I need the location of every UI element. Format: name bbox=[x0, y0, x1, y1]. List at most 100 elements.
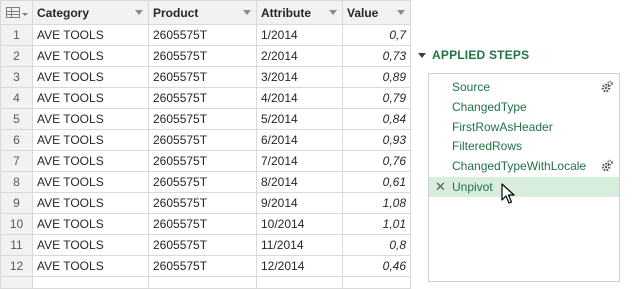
step-firstrowasheader[interactable]: FirstRowAsHeader bbox=[429, 117, 619, 137]
cell-value: 0,73 bbox=[342, 45, 411, 67]
filter-dropdown-icon[interactable] bbox=[135, 10, 143, 15]
column-header-label: Product bbox=[153, 5, 199, 20]
cell-product: 2605575T bbox=[148, 150, 257, 172]
cell-product: 2605575T bbox=[148, 213, 257, 235]
table-row[interactable]: 2 AVE TOOLS 2605575T 2/2014 0,73 bbox=[0, 45, 411, 67]
cell-product: 2605575T bbox=[148, 171, 257, 193]
table-row[interactable]: 3 AVE TOOLS 2605575T 3/2014 0,89 bbox=[0, 66, 411, 88]
cell-product: 2605575T bbox=[148, 45, 257, 67]
row-number: 4 bbox=[0, 87, 33, 109]
cell-value: 0,46 bbox=[342, 255, 411, 277]
cell-category: AVE TOOLS bbox=[32, 66, 149, 88]
table-row[interactable]: 8 AVE TOOLS 2605575T 8/2014 0,61 bbox=[0, 171, 411, 193]
cell-category: AVE TOOLS bbox=[32, 171, 149, 193]
filter-dropdown-icon[interactable] bbox=[329, 10, 337, 15]
cell-attribute: 5/2014 bbox=[256, 108, 343, 130]
step-label: Unpivot bbox=[452, 180, 493, 194]
cell-attribute: 4/2014 bbox=[256, 87, 343, 109]
row-number: 1 bbox=[0, 24, 33, 46]
table-row[interactable]: 9 AVE TOOLS 2605575T 9/2014 1,08 bbox=[0, 192, 411, 214]
cell-product: 2605575T bbox=[148, 129, 257, 151]
applied-steps-list: Source ChangedType FirstRowAsHeader Filt… bbox=[428, 73, 620, 282]
step-changedtypewithlocale[interactable]: ChangedTypeWithLocale bbox=[429, 156, 619, 176]
gear-icon[interactable] bbox=[595, 159, 613, 173]
gear-icon[interactable] bbox=[595, 80, 613, 94]
cell-attribute: 8/2014 bbox=[256, 171, 343, 193]
applied-steps-header[interactable]: APPLIED STEPS bbox=[418, 48, 529, 62]
cell-attribute: 10/2014 bbox=[256, 213, 343, 235]
filter-dropdown-icon[interactable] bbox=[243, 10, 251, 15]
cell-category: AVE TOOLS bbox=[32, 129, 149, 151]
cell-product: 2605575T bbox=[148, 108, 257, 130]
column-header-label: Category bbox=[37, 5, 90, 20]
table-row[interactable]: 10 AVE TOOLS 2605575T 10/2014 1,01 bbox=[0, 213, 411, 235]
step-changedtype[interactable]: ChangedType bbox=[429, 97, 619, 117]
cell-product: 2605575T bbox=[148, 66, 257, 88]
cell-attribute: 2/2014 bbox=[256, 45, 343, 67]
cell-value: 0,76 bbox=[342, 150, 411, 172]
filter-dropdown-icon[interactable] bbox=[397, 10, 405, 15]
cell-category: AVE TOOLS bbox=[32, 24, 149, 46]
step-label: ChangedTypeWithLocale bbox=[452, 159, 587, 173]
data-grid: Category Product Attribute Value 1 AVE TO… bbox=[0, 0, 411, 289]
table-row[interactable]: 12 AVE TOOLS 2605575T 12/2014 0,46 bbox=[0, 255, 411, 277]
cell-category: AVE TOOLS bbox=[32, 213, 149, 235]
cell-attribute: 3/2014 bbox=[256, 66, 343, 88]
cell-value: 1,08 bbox=[342, 192, 411, 214]
cell-product: 2605575T bbox=[148, 87, 257, 109]
step-label: ChangedType bbox=[452, 100, 527, 114]
cell-attribute: 6/2014 bbox=[256, 129, 343, 151]
cell-product: 2605575T bbox=[148, 192, 257, 214]
cell-value: 0,89 bbox=[342, 66, 411, 88]
cell-value: 0,8 bbox=[342, 234, 411, 256]
column-header-product[interactable]: Product bbox=[148, 0, 257, 25]
applied-steps-title: APPLIED STEPS bbox=[432, 48, 530, 62]
grid-body: 1 AVE TOOLS 2605575T 1/2014 0,7 2 AVE TOOLS 260… bbox=[0, 24, 411, 289]
header-row: Category Product Attribute Value bbox=[0, 0, 411, 25]
row-number: 12 bbox=[0, 255, 33, 277]
row-number: 10 bbox=[0, 213, 33, 235]
table-row[interactable]: 4 AVE TOOLS 2605575T 4/2014 0,79 bbox=[0, 87, 411, 109]
table-row[interactable]: 6 AVE TOOLS 2605575T 6/2014 0,93 bbox=[0, 129, 411, 151]
column-header-category[interactable]: Category bbox=[32, 0, 149, 25]
cell-value: 1,01 bbox=[342, 213, 411, 235]
cell-attribute: 9/2014 bbox=[256, 192, 343, 214]
step-label: Source bbox=[452, 80, 491, 94]
column-header-attribute[interactable]: Attribute bbox=[256, 0, 343, 25]
cell-category: AVE TOOLS bbox=[32, 234, 149, 256]
delete-step-icon[interactable]: ✕ bbox=[435, 177, 446, 197]
column-header-label: Attribute bbox=[261, 5, 311, 20]
cell-product: 2605575T bbox=[148, 24, 257, 46]
mouse-pointer-icon bbox=[501, 183, 515, 204]
step-unpivot[interactable]: ✕ Unpivot bbox=[429, 177, 619, 197]
row-number: 8 bbox=[0, 171, 33, 193]
collapse-triangle-icon[interactable] bbox=[418, 53, 426, 58]
step-filteredrows[interactable]: FilteredRows bbox=[429, 136, 619, 156]
step-label: FilteredRows bbox=[452, 139, 523, 153]
step-source[interactable]: Source bbox=[429, 77, 619, 97]
cell-attribute: 7/2014 bbox=[256, 150, 343, 172]
table-row[interactable]: 11 AVE TOOLS 2605575T 11/2014 0,8 bbox=[0, 234, 411, 256]
row-number: 7 bbox=[0, 150, 33, 172]
row-number: 6 bbox=[0, 129, 33, 151]
cell-value: 0,7 bbox=[342, 24, 411, 46]
cell-attribute: 11/2014 bbox=[256, 234, 343, 256]
table-menu-button[interactable] bbox=[0, 0, 33, 25]
cell-value: 0,61 bbox=[342, 171, 411, 193]
column-header-label: Value bbox=[347, 5, 379, 20]
cell-product: 2605575T bbox=[148, 234, 257, 256]
column-header-value[interactable]: Value bbox=[342, 0, 411, 25]
cell-value: 0,84 bbox=[342, 108, 411, 130]
table-row[interactable]: 5 AVE TOOLS 2605575T 5/2014 0,84 bbox=[0, 108, 411, 130]
table-row[interactable]: 7 AVE TOOLS 2605575T 7/2014 0,76 bbox=[0, 150, 411, 172]
row-number: 9 bbox=[0, 192, 33, 214]
cell-category: AVE TOOLS bbox=[32, 45, 149, 67]
row-number: 11 bbox=[0, 234, 33, 256]
cell-attribute: 1/2014 bbox=[256, 24, 343, 46]
row-number: 3 bbox=[0, 66, 33, 88]
cell-category: AVE TOOLS bbox=[32, 255, 149, 277]
cell-attribute: 12/2014 bbox=[256, 255, 343, 277]
row-number: 2 bbox=[0, 45, 33, 67]
table-row[interactable]: 1 AVE TOOLS 2605575T 1/2014 0,7 bbox=[0, 24, 411, 46]
cell-value: 0,93 bbox=[342, 129, 411, 151]
